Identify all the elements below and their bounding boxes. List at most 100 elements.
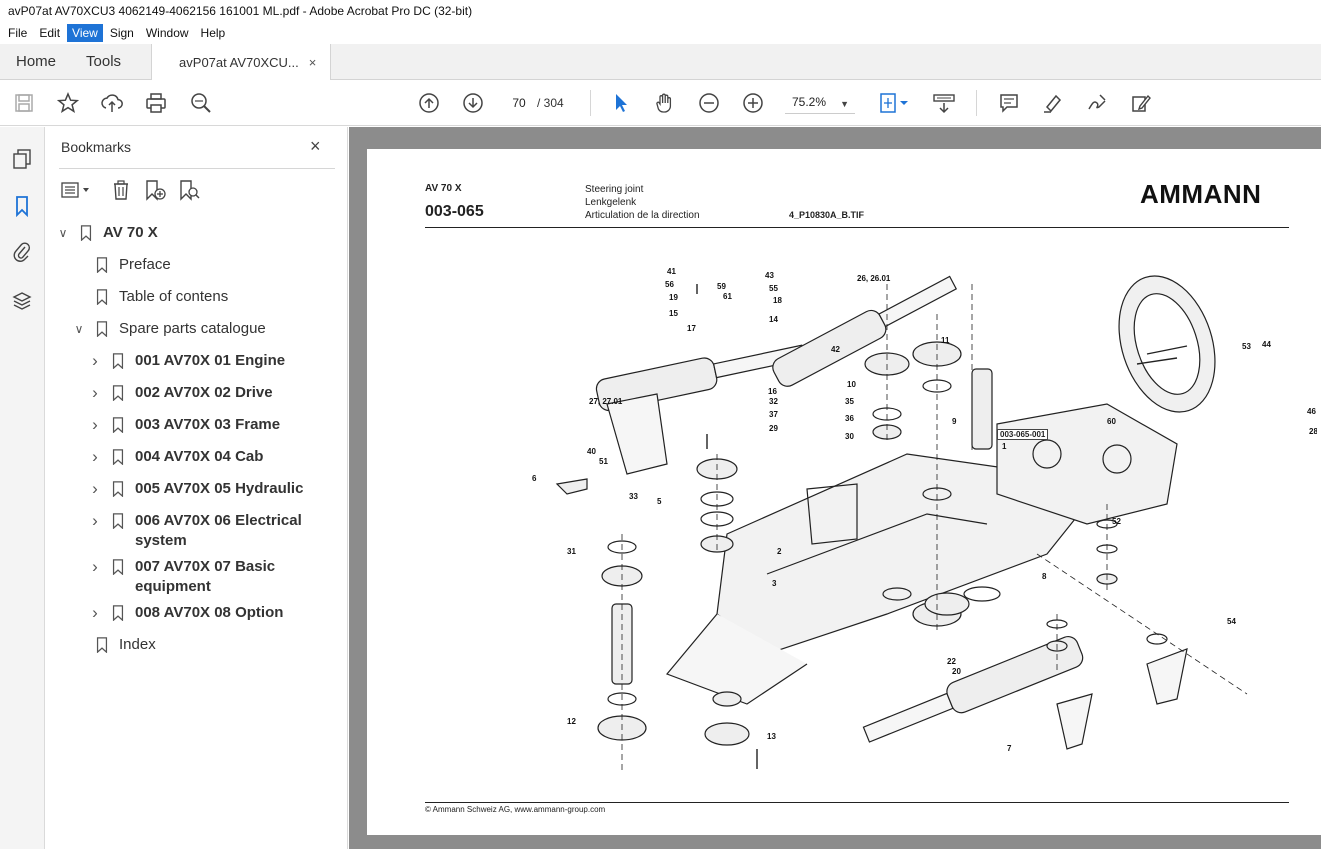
close-tab-icon[interactable]: × (309, 55, 317, 70)
tab-tools-label: Tools (86, 53, 122, 70)
bookmark-item[interactable]: › 005 AV70X 05 Hydraulic (87, 479, 310, 499)
part-label: 52 (1112, 517, 1121, 526)
star-icon[interactable] (56, 91, 80, 115)
page-file-name: 4_P10830A_B.TIF (789, 210, 865, 220)
tab-home-label: Home (16, 53, 57, 70)
part-label: 16 (768, 387, 777, 396)
chevron-right-icon[interactable]: › (87, 383, 103, 403)
page-count: / 304 (537, 96, 564, 110)
bookmark-label: Preface (119, 256, 171, 273)
part-label: 15 (669, 309, 678, 318)
bookmark-item[interactable]: › 006 AV70X 06 Electrical system (87, 511, 310, 551)
edit-icon[interactable] (1129, 91, 1153, 115)
zoom-search-icon[interactable] (189, 91, 213, 115)
sign-icon[interactable] (1085, 91, 1109, 115)
bookmark-item[interactable]: ∨ AV 70 X (55, 223, 278, 243)
page-model: AV 70 X (425, 183, 462, 194)
layers-icon[interactable] (10, 289, 34, 313)
new-bookmark-icon[interactable] (143, 177, 167, 203)
zoom-value: 75.2% (792, 95, 827, 109)
page-number-input[interactable]: 70 (505, 92, 533, 114)
tab-bar: Home Tools avP07at AV70XCU... × (0, 44, 1321, 81)
chevron-right-icon[interactable]: › (87, 603, 103, 623)
desc-en: Steering joint (585, 184, 644, 195)
bookmark-label: 005 AV70X 05 Hydraulic (135, 480, 304, 497)
tab-tools[interactable]: Tools (72, 44, 137, 79)
menu-item-file[interactable]: File (3, 24, 32, 42)
next-page-icon[interactable] (461, 91, 485, 115)
tab-document[interactable]: avP07at AV70XCU... × (151, 44, 332, 81)
comment-icon[interactable] (997, 91, 1021, 115)
part-label: 27, 27.01 (589, 397, 623, 406)
chevron-right-icon[interactable]: › (87, 479, 103, 499)
menu-item-edit[interactable]: Edit (34, 24, 65, 42)
close-panel-icon[interactable]: × (310, 136, 321, 157)
part-label: 14 (769, 315, 778, 324)
bookmark-label: 002 AV70X 02 Drive (135, 384, 273, 401)
bookmark-item[interactable]: › 002 AV70X 02 Drive (87, 383, 310, 403)
part-label: 36 (845, 414, 854, 423)
chevron-right-icon[interactable]: › (87, 557, 103, 577)
tab-home[interactable]: Home (0, 44, 72, 79)
page-description: Steering joint Lenkgelenk Articulation d… (585, 183, 700, 222)
part-label: 60 (1107, 417, 1116, 426)
bookmark-item[interactable]: › 003 AV70X 03 Frame (87, 415, 310, 435)
chevron-down-icon[interactable]: ∨ (71, 319, 87, 339)
part-label: 7 (1007, 744, 1012, 753)
chevron-down-icon[interactable]: ∨ (55, 223, 71, 243)
part-label: 20 (952, 667, 961, 676)
zoom-in-icon[interactable] (741, 91, 765, 115)
bookmark-item[interactable]: › 001 AV70X 01 Engine (87, 351, 310, 371)
chevron-right-icon[interactable]: › (87, 511, 103, 531)
hand-icon[interactable] (653, 91, 677, 115)
select-cursor-icon[interactable] (609, 91, 633, 115)
save-icon[interactable] (12, 91, 36, 115)
bookmark-item[interactable]: › 008 AV70X 08 Option (87, 603, 310, 623)
part-label: 37 (769, 410, 778, 419)
part-label: 59 (717, 282, 726, 291)
fit-dropdown-chevron-icon[interactable] (898, 91, 910, 115)
exploded-parts-drawing: 4156195961151727, 27.0126, 26.0143551814… (532, 267, 1317, 774)
bookmark-icon (112, 513, 124, 529)
attachment-icon[interactable] (10, 240, 34, 264)
part-label: 53 (1242, 342, 1251, 351)
bookmark-icon[interactable] (10, 194, 34, 218)
pages-icon[interactable] (10, 147, 34, 171)
bookmark-item[interactable]: › 007 AV70X 07 Basic equipment (87, 557, 310, 597)
part-label: 54 (1227, 617, 1236, 626)
print-icon[interactable] (144, 91, 168, 115)
window-title: avP07at AV70XCU3 4062149-4062156 161001 … (8, 4, 473, 18)
find-bookmark-icon[interactable] (177, 177, 201, 203)
part-label: 51 (599, 457, 608, 466)
highlight-icon[interactable] (1041, 91, 1065, 115)
chevron-right-icon[interactable]: › (87, 351, 103, 371)
bookmark-item[interactable]: ›Table of contens (71, 287, 294, 307)
bookmark-icon (112, 417, 124, 433)
menu-item-help[interactable]: Help (196, 24, 231, 42)
bookmark-item[interactable]: ›Index (71, 635, 294, 655)
chevron-right-icon[interactable]: › (87, 415, 103, 435)
upload-icon[interactable] (100, 91, 124, 115)
delete-bookmark-icon[interactable] (109, 177, 133, 203)
part-label: 42 (831, 345, 840, 354)
prev-page-icon[interactable] (417, 91, 441, 115)
part-label: 13 (767, 732, 776, 741)
bookmark-label: Table of contens (119, 288, 229, 305)
fit-page-icon[interactable] (876, 91, 900, 115)
menu-item-sign[interactable]: Sign (105, 24, 139, 42)
bookmark-options-icon[interactable] (59, 177, 95, 203)
chevron-right-icon[interactable]: › (87, 447, 103, 467)
zoom-select[interactable]: 75.2% ▼ (785, 92, 855, 114)
bookmark-item[interactable]: ›Preface (71, 255, 294, 275)
part-label: 11 (941, 336, 950, 345)
bookmark-icon (112, 385, 124, 401)
part-label: 44 (1262, 340, 1271, 349)
bookmark-item[interactable]: › 004 AV70X 04 Cab (87, 447, 310, 467)
menu-item-window[interactable]: Window (141, 24, 194, 42)
part-label: 5 (657, 497, 662, 506)
bookmark-item[interactable]: ∨ Spare parts catalogue (71, 319, 294, 339)
scroll-mode-icon[interactable] (932, 91, 956, 115)
menu-item-view[interactable]: View (67, 24, 103, 42)
part-label: 6 (532, 474, 537, 483)
zoom-out-icon[interactable] (697, 91, 721, 115)
